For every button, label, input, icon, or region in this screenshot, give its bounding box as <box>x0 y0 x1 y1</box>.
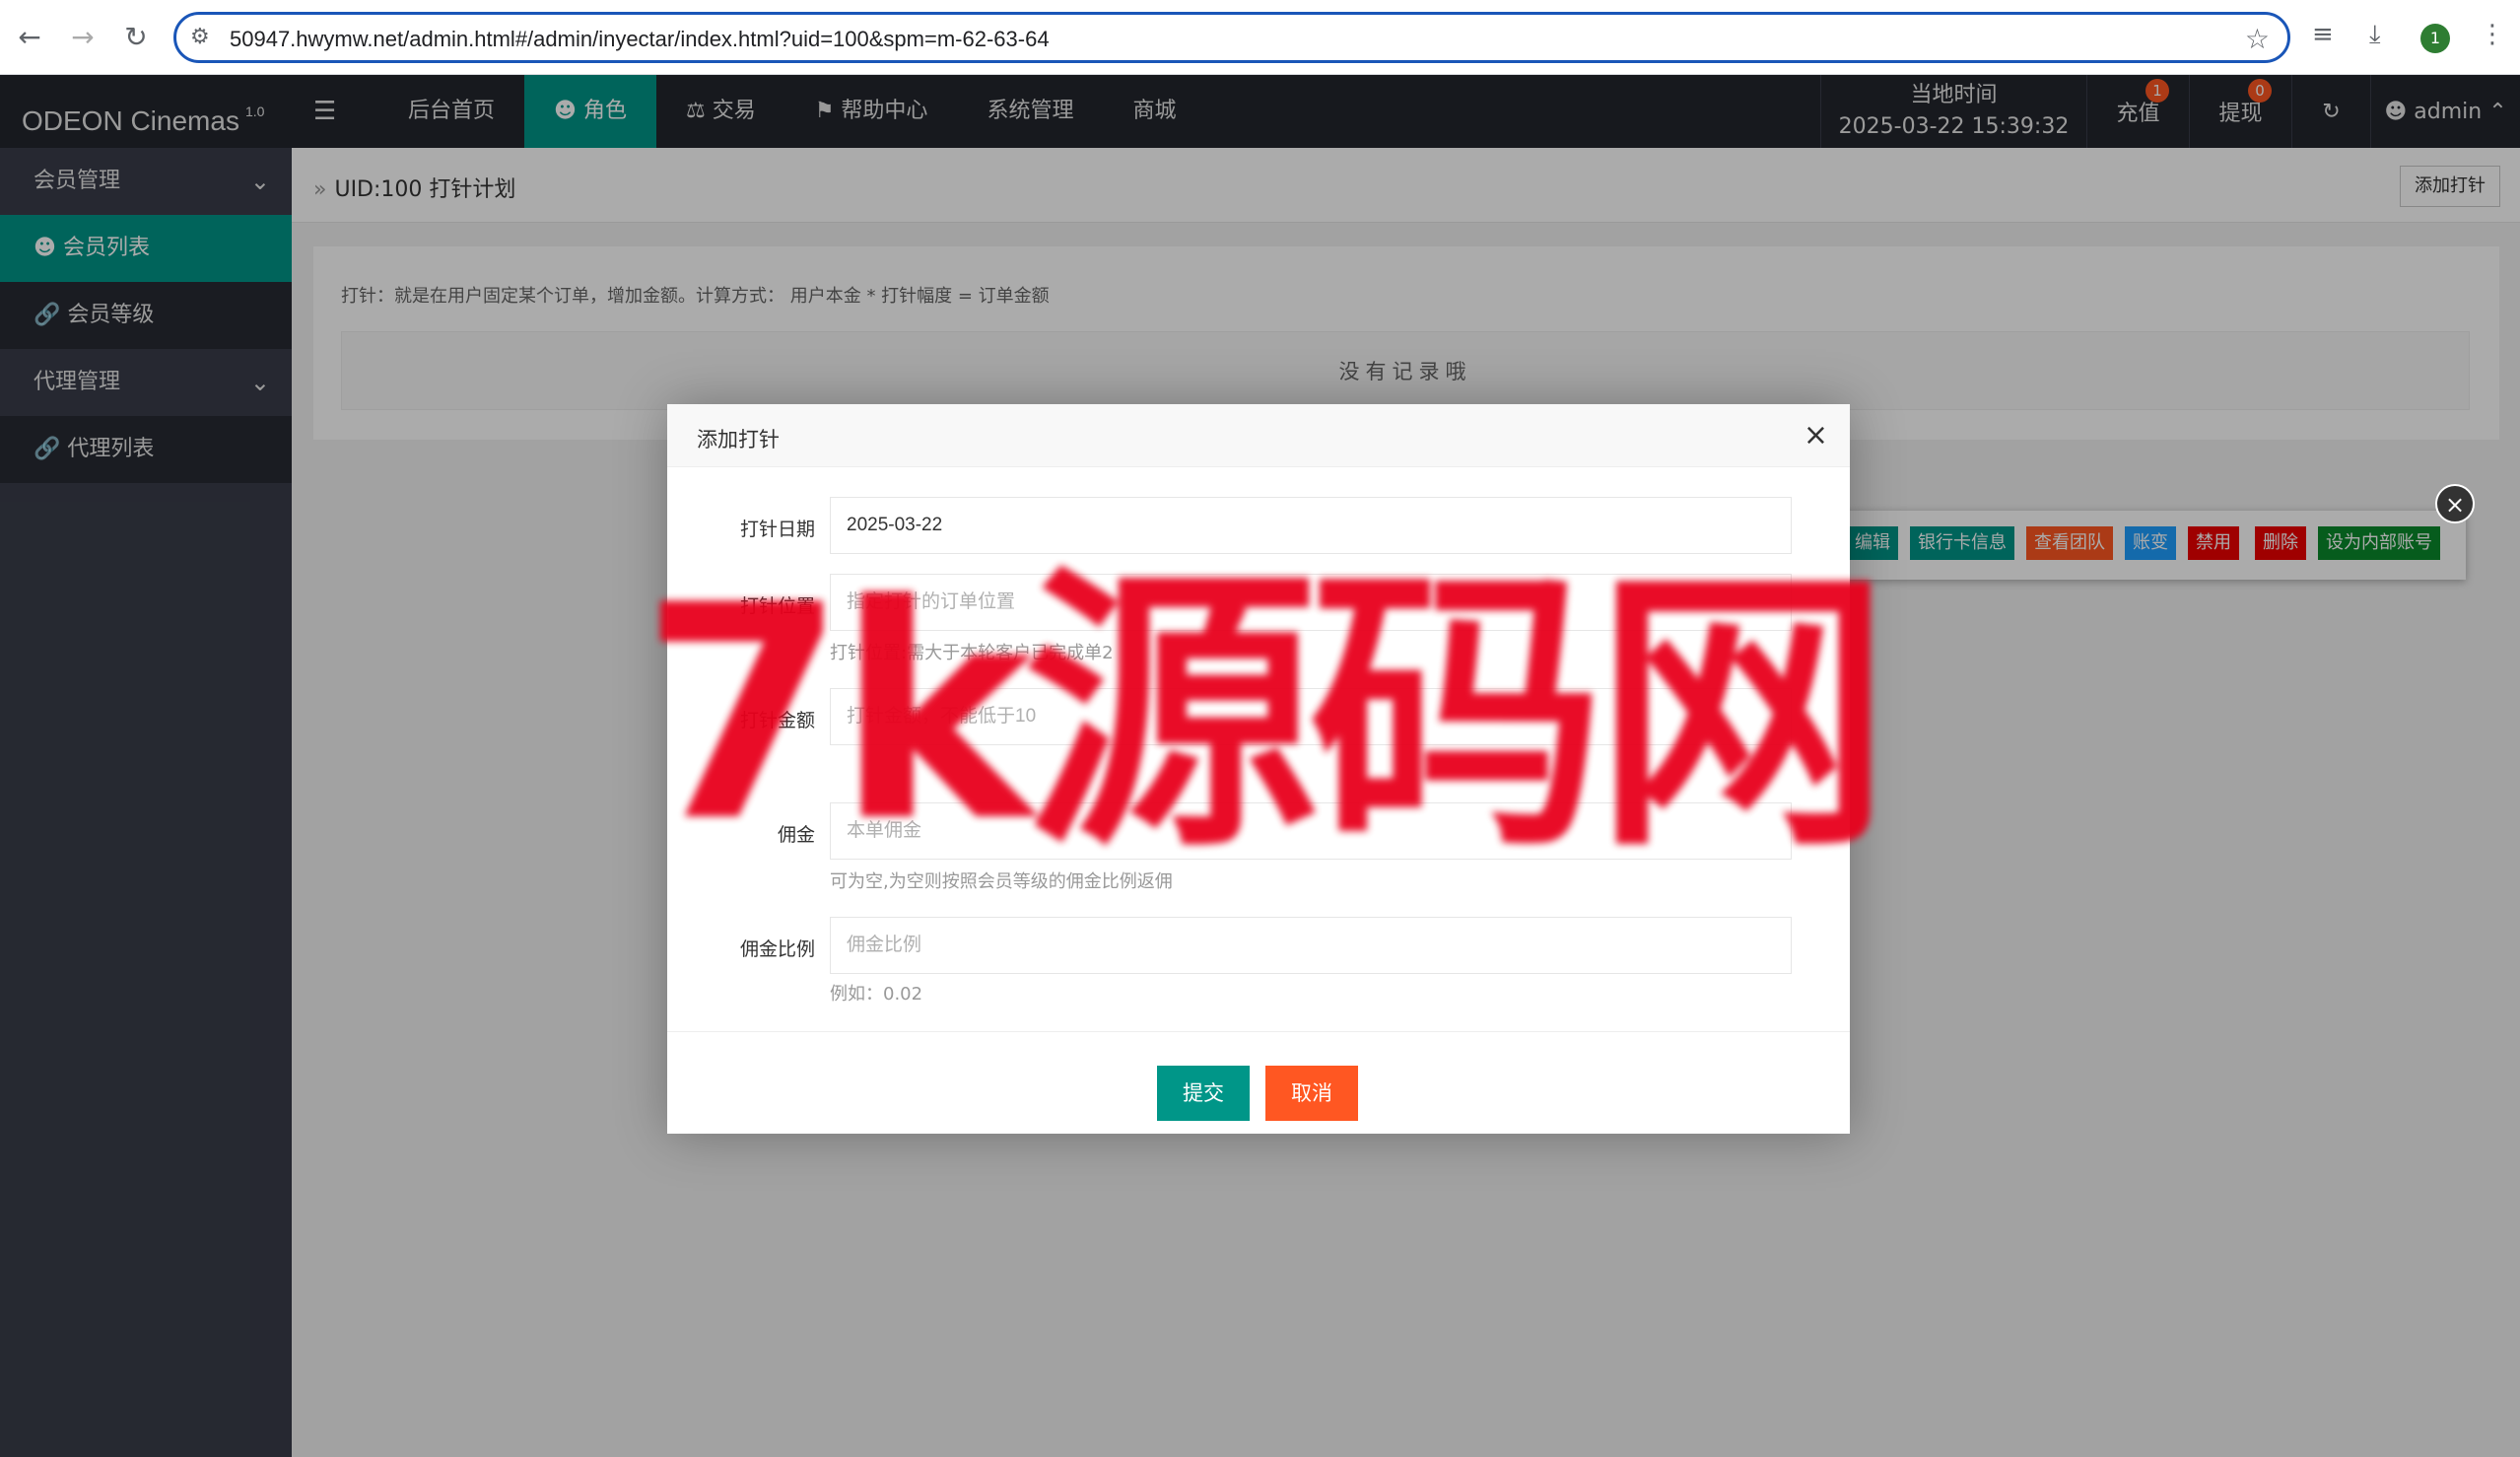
address-bar[interactable]: ⚙ 50947.hwymw.net/admin.html#/admin/inye… <box>173 12 2290 63</box>
bookmark-star-icon[interactable]: ☆ <box>2245 23 2270 55</box>
cancel-button[interactable]: 取消 <box>1265 1066 1358 1121</box>
more-menu-icon[interactable]: ⋮ <box>2480 20 2505 49</box>
commission-rate-hint: 例如：0.02 <box>830 984 923 1005</box>
submit-button[interactable]: 提交 <box>1157 1066 1250 1121</box>
browser-toolbar: ← → ↻ ⚙ 50947.hwymw.net/admin.html#/admi… <box>0 0 2520 75</box>
watermark: 7k源码网 <box>641 542 1890 886</box>
commission-rate-label: 佣金比例 <box>739 938 815 960</box>
site-settings-icon[interactable]: ⚙ <box>190 25 210 49</box>
back-icon[interactable]: ← <box>12 20 47 55</box>
url-text[interactable]: 50947.hwymw.net/admin.html#/admin/inyect… <box>230 27 1050 52</box>
close-icon[interactable]: × <box>1804 418 1828 452</box>
date-label: 打针日期 <box>739 519 815 540</box>
modal-footer: 提交 取消 <box>667 1031 1850 1134</box>
reload-icon[interactable]: ↻ <box>118 20 154 55</box>
close-icon[interactable]: × <box>2435 484 2475 523</box>
forward-icon[interactable]: → <box>65 20 101 55</box>
modal-header: 添加打针 × <box>667 404 1850 467</box>
download-icon[interactable]: ⤓ <box>2369 20 2381 50</box>
profile-avatar[interactable]: 1 <box>2420 24 2450 53</box>
modal-title: 添加打针 <box>697 428 780 451</box>
commission-rate-field[interactable]: 佣金比例 <box>830 917 1792 974</box>
media-icon[interactable]: ≡ <box>2312 20 2334 49</box>
